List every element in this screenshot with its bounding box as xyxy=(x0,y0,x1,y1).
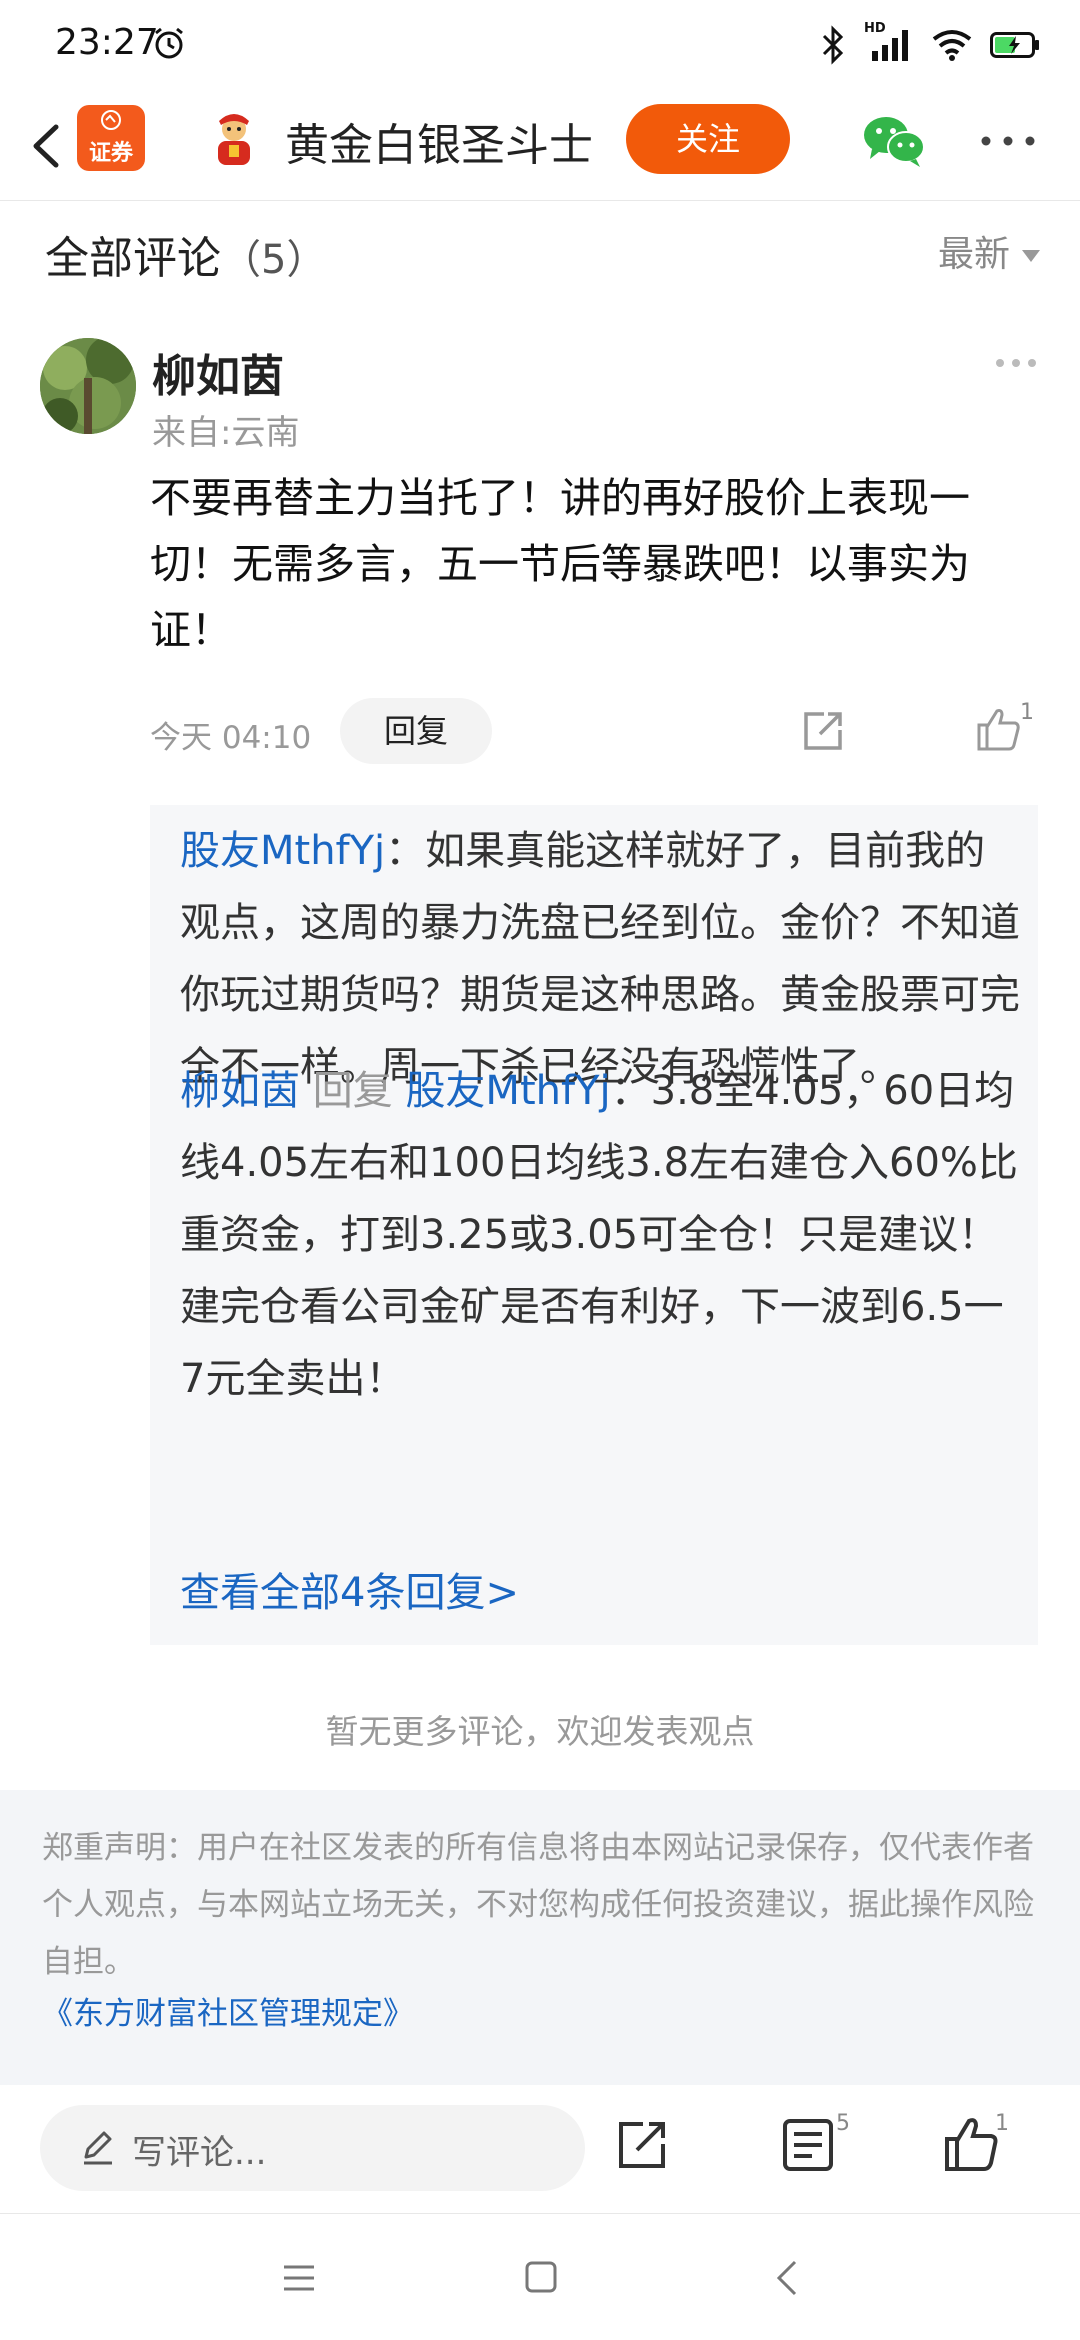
reply-word: 回复 xyxy=(312,1068,393,1114)
comment-location: 来自:云南 xyxy=(152,413,300,453)
comment-more-icon[interactable] xyxy=(995,358,1037,368)
share-icon[interactable] xyxy=(615,2118,669,2172)
sort-label: 最新 xyxy=(937,234,1010,275)
replies-box: 股友MthfYj：如果真能这样就好了，目前我的观点，这周的暴力洗盘已经到位。金价… xyxy=(150,805,1038,1645)
system-back-icon[interactable] xyxy=(775,2258,799,2298)
pencil-icon xyxy=(84,2131,112,2165)
reply-item: 柳如茵 回复 股友MthfYj：3.8至4.05，60日均线4.05左右和100… xyxy=(180,1055,1020,1415)
follow-button[interactable]: 关注 xyxy=(626,104,790,174)
reply-button[interactable]: 回复 xyxy=(340,698,492,764)
avatar[interactable] xyxy=(40,338,136,434)
comment-username[interactable]: 柳如茵 xyxy=(152,340,284,404)
wechat-icon[interactable] xyxy=(862,113,926,169)
write-comment-placeholder: 写评论... xyxy=(132,2133,267,2173)
thumbs-up-icon[interactable] xyxy=(943,2115,999,2173)
community-rules-link[interactable]: 《东方财富社区管理规定》 xyxy=(42,1988,414,2033)
dropdown-triangle-icon xyxy=(1022,250,1040,262)
comment-text: 不要再替主力当托了！讲的再好股价上表现一切！无需多言，五一节后等暴跌吧！以事实为… xyxy=(150,474,970,654)
top-navigation: 证券 黄金白银圣斗士 关注 xyxy=(0,95,1080,201)
reply-author[interactable]: 柳如茵 xyxy=(180,1068,300,1114)
more-options-icon[interactable] xyxy=(980,135,1036,147)
view-all-replies-link[interactable]: 查看全部4条回复> xyxy=(180,1560,519,1618)
share-icon[interactable] xyxy=(800,708,846,754)
mascot-icon xyxy=(218,114,250,165)
system-navigation-bar xyxy=(0,2213,1080,2340)
battery-icon xyxy=(990,32,1039,58)
recent-apps-icon[interactable] xyxy=(282,2263,316,2293)
comment-time: 今天 04:10 xyxy=(150,720,312,756)
stock-title[interactable]: 黄金白银圣斗士 xyxy=(285,109,593,173)
comment-like-count: 1 xyxy=(1020,700,1034,725)
status-bar: 23:27 HD xyxy=(0,0,1080,95)
comments-list-icon[interactable] xyxy=(782,2118,834,2172)
disclaimer-text: 郑重声明：用户在社区发表的所有信息将由本网站记录保存，仅代表作者个人观点，与本网… xyxy=(42,1830,1034,1980)
disclaimer-section: 郑重声明：用户在社区发表的所有信息将由本网站记录保存，仅代表作者个人观点，与本网… xyxy=(0,1790,1080,2085)
toolbar-comment-count: 5 xyxy=(836,2111,850,2136)
back-arrow-icon[interactable] xyxy=(22,113,72,179)
status-time: 23:27 xyxy=(55,22,159,63)
comments-title: 全部评论 xyxy=(45,233,221,284)
comments-count: （5） xyxy=(221,237,327,283)
sort-dropdown[interactable]: 最新 xyxy=(938,225,1040,277)
toolbar-like-count: 1 xyxy=(995,2111,1009,2136)
thumbs-up-icon[interactable] xyxy=(975,705,1021,753)
home-icon[interactable] xyxy=(524,2260,558,2294)
reply-target[interactable]: 股友MthfYj xyxy=(405,1068,610,1114)
write-comment-input[interactable]: 写评论... xyxy=(40,2105,585,2191)
reply-author[interactable]: 股友MthfYj xyxy=(180,828,385,874)
bluetooth-icon xyxy=(822,25,844,65)
app-logo-label: 证券 xyxy=(88,141,133,166)
wifi-icon xyxy=(932,30,972,61)
reply-text: ：3.8至4.05，60日均线4.05左右和100日均线3.8左右建仓入60%比… xyxy=(180,1068,1018,1402)
comments-header: 全部评论（5） xyxy=(45,222,326,286)
alarm-icon xyxy=(155,27,183,59)
signal-icon: HD xyxy=(864,21,914,65)
no-more-comments: 暂无更多评论，欢迎发表观点 xyxy=(325,1712,755,1751)
logo-mark-icon xyxy=(101,110,121,130)
bottom-toolbar: 写评论... 5 1 xyxy=(0,2085,1080,2214)
app-logo[interactable]: 证券 xyxy=(77,105,145,171)
